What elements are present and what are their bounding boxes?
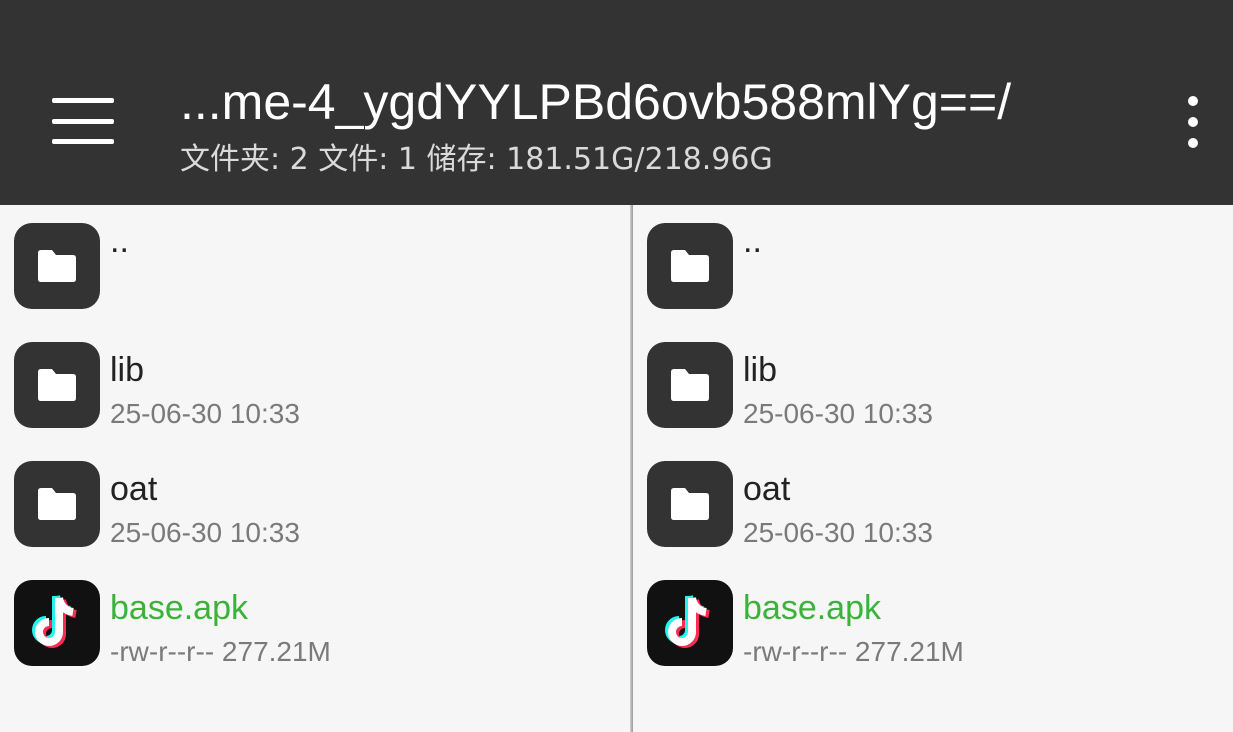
folder-icon bbox=[647, 461, 733, 547]
list-item-base-apk[interactable]: base.apk -rw-r--r-- 277.21M bbox=[633, 562, 1233, 672]
more-options-icon[interactable] bbox=[1176, 96, 1210, 148]
list-item-parent-dir[interactable]: .. bbox=[633, 205, 1233, 315]
file-name: oat bbox=[110, 470, 158, 508]
file-name: base.apk bbox=[110, 589, 248, 627]
file-name: .. bbox=[110, 222, 129, 260]
file-name: base.apk bbox=[743, 589, 881, 627]
file-meta: 25-06-30 10:33 bbox=[743, 398, 933, 429]
file-name: lib bbox=[110, 351, 145, 389]
folder-icon bbox=[14, 223, 100, 309]
tiktok-icon bbox=[647, 580, 733, 666]
storage-summary: 文件夹: 2 文件: 1 储存: 181.51G/218.96G bbox=[180, 142, 773, 177]
menu-icon[interactable] bbox=[52, 98, 114, 144]
folder-icon bbox=[647, 223, 733, 309]
folder-icon bbox=[14, 461, 100, 547]
file-meta: 25-06-30 10:33 bbox=[110, 517, 300, 548]
file-name: .. bbox=[743, 222, 762, 260]
folder-icon bbox=[14, 342, 100, 428]
list-item-lib[interactable]: lib 25-06-30 10:33 bbox=[0, 324, 630, 434]
list-item-oat[interactable]: oat 25-06-30 10:33 bbox=[633, 443, 1233, 553]
list-item-oat[interactable]: oat 25-06-30 10:33 bbox=[0, 443, 630, 553]
file-name: lib bbox=[743, 351, 778, 389]
tiktok-icon bbox=[14, 580, 100, 666]
file-meta: 25-06-30 10:33 bbox=[110, 398, 300, 429]
file-meta: 25-06-30 10:33 bbox=[743, 517, 933, 548]
current-path-title: ...me-4_ygdYYLPBd6ovb588mlYg==/ bbox=[180, 74, 1012, 130]
list-item-parent-dir[interactable]: .. bbox=[0, 205, 630, 315]
list-item-base-apk[interactable]: base.apk -rw-r--r-- 277.21M bbox=[0, 562, 630, 672]
folder-icon bbox=[647, 342, 733, 428]
list-item-lib[interactable]: lib 25-06-30 10:33 bbox=[633, 324, 1233, 434]
file-name: oat bbox=[743, 470, 791, 508]
file-meta: -rw-r--r-- 277.21M bbox=[110, 636, 331, 667]
file-meta: -rw-r--r-- 277.21M bbox=[743, 636, 964, 667]
app-bar: ...me-4_ygdYYLPBd6ovb588mlYg==/ 文件夹: 2 文… bbox=[0, 0, 1233, 205]
left-file-pane: .. lib 25-06-30 10:33 oat 25-06-30 10:33… bbox=[0, 205, 630, 732]
right-file-pane: .. lib 25-06-30 10:33 oat 25-06-30 10:33… bbox=[633, 205, 1233, 732]
